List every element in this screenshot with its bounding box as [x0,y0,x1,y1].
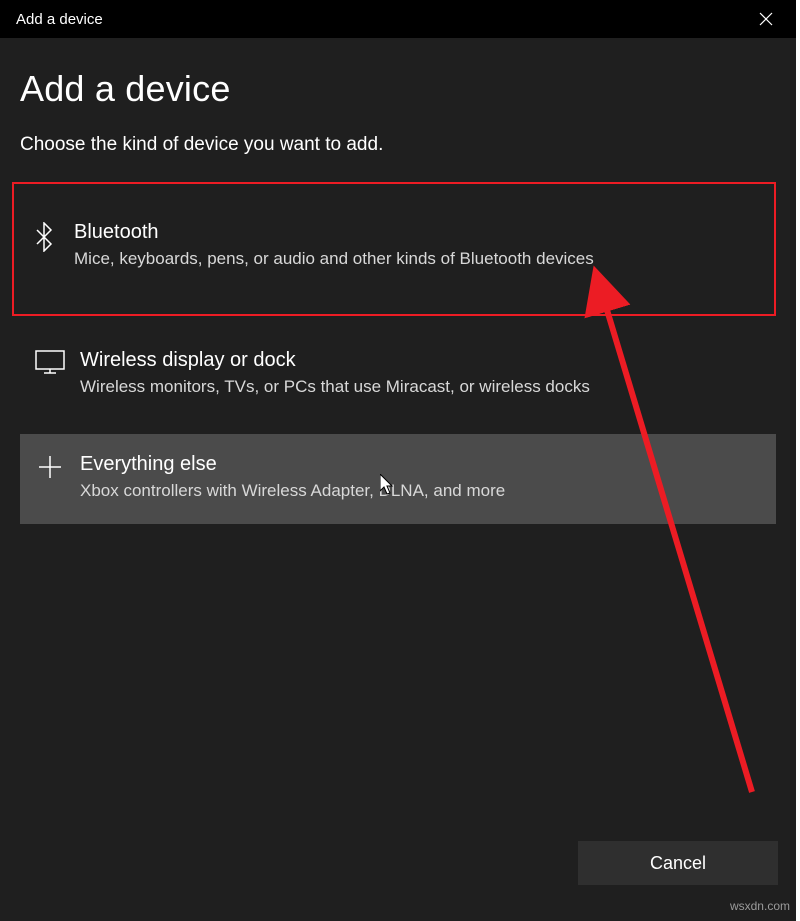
cancel-button[interactable]: Cancel [578,841,778,885]
window-title: Add a device [16,11,103,28]
close-button[interactable] [736,0,796,38]
option-desc: Mice, keyboards, pens, or audio and othe… [74,248,760,270]
option-wireless-display[interactable]: Wireless display or dock Wireless monito… [20,328,776,422]
dialog-body: Add a device Choose the kind of device y… [0,38,796,524]
option-title: Everything else [80,452,762,476]
watermark-text: wsxdn.com [730,899,790,913]
monitor-icon [20,348,80,374]
page-subtitle: Choose the kind of device you want to ad… [20,134,776,156]
option-title: Bluetooth [74,220,760,244]
option-desc: Wireless monitors, TVs, or PCs that use … [80,376,762,398]
option-title: Wireless display or dock [80,348,762,372]
bluetooth-icon [14,220,74,252]
option-everything-else[interactable]: Everything else Xbox controllers with Wi… [20,434,776,524]
close-icon [759,12,773,26]
option-desc: Xbox controllers with Wireless Adapter, … [80,480,762,502]
option-bluetooth[interactable]: Bluetooth Mice, keyboards, pens, or audi… [12,182,776,316]
option-text: Everything else Xbox controllers with Wi… [80,452,762,502]
dialog-footer: Cancel [578,841,778,885]
page-title: Add a device [20,68,776,110]
plus-icon [20,452,80,480]
titlebar: Add a device [0,0,796,38]
option-text: Wireless display or dock Wireless monito… [80,348,762,398]
add-device-dialog: Add a device Add a device Choose the kin… [0,0,796,921]
option-text: Bluetooth Mice, keyboards, pens, or audi… [74,220,760,270]
